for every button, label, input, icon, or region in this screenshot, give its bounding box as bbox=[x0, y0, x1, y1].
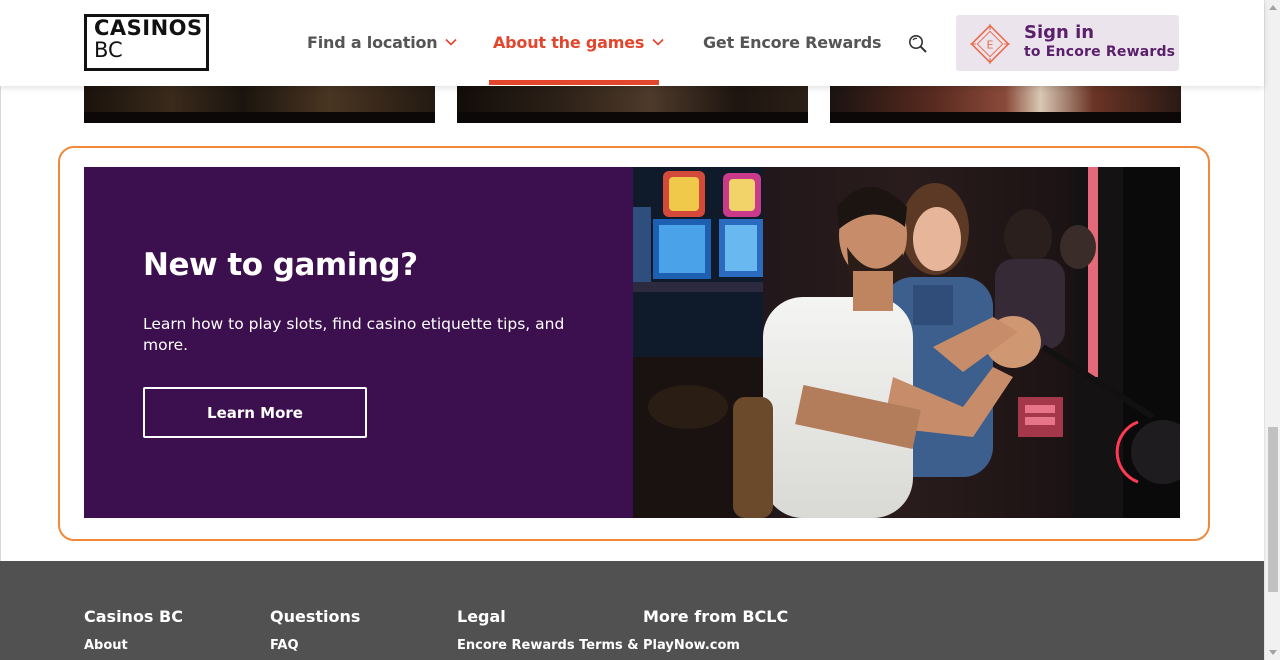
footer-column-casinos-bc: Casinos BC About bbox=[84, 607, 183, 653]
sign-in-subtitle: to Encore Rewards bbox=[1024, 44, 1176, 60]
active-nav-indicator bbox=[489, 80, 659, 85]
learn-more-button[interactable]: Learn More bbox=[143, 387, 367, 438]
page-scrollbar[interactable] bbox=[1264, 0, 1280, 660]
footer-link-encore-terms[interactable]: Encore Rewards Terms & bbox=[457, 638, 639, 653]
footer-link-faq[interactable]: FAQ bbox=[270, 638, 360, 653]
footer-column-legal: Legal Encore Rewards Terms & bbox=[457, 607, 639, 653]
nav-label: Find a location bbox=[307, 32, 438, 52]
new-to-gaming-panel: New to gaming? Learn how to play slots, … bbox=[84, 167, 633, 518]
footer-heading: Casinos BC bbox=[84, 607, 183, 626]
footer-link-about[interactable]: About bbox=[84, 638, 183, 653]
footer-heading: Legal bbox=[457, 607, 506, 626]
chevron-down-icon bbox=[652, 38, 664, 46]
footer-heading: Questions bbox=[270, 607, 361, 626]
footer-column-more-from-bclc: More from BCLC PlayNow.com bbox=[643, 607, 788, 653]
svg-text:E: E bbox=[987, 39, 994, 52]
scrollbar-thumb[interactable] bbox=[1268, 427, 1278, 592]
site-header: CASINOS BC Find a location About the gam… bbox=[0, 0, 1264, 86]
nav-label: Get Encore Rewards bbox=[703, 32, 882, 52]
nav-label: About the games bbox=[493, 32, 645, 52]
footer-column-questions: Questions FAQ bbox=[270, 607, 360, 653]
scroll-up-arrow-icon[interactable] bbox=[1269, 5, 1277, 10]
sign-in-encore-rewards-button[interactable]: E Sign in to Encore Rewards bbox=[956, 15, 1179, 71]
promo-photo bbox=[633, 167, 1180, 518]
footer-link-playnow[interactable]: PlayNow.com bbox=[643, 638, 788, 653]
promo-description: Learn how to play slots, find casino eti… bbox=[143, 315, 565, 354]
scroll-down-arrow-icon[interactable] bbox=[1269, 650, 1277, 655]
search-icon[interactable] bbox=[905, 31, 931, 57]
footer-heading: More from BCLC bbox=[643, 607, 789, 626]
sign-in-title: Sign in bbox=[1024, 22, 1095, 43]
nav-about-the-games[interactable]: About the games bbox=[493, 31, 664, 53]
promo-title: New to gaming? bbox=[143, 247, 418, 283]
nav-get-encore-rewards[interactable]: Get Encore Rewards bbox=[703, 31, 882, 53]
encore-rewards-badge-icon: E bbox=[970, 24, 1010, 64]
site-footer: Casinos BC About Questions FAQ Legal Enc… bbox=[0, 561, 1264, 660]
casinos-bc-logo[interactable]: CASINOS BC bbox=[84, 14, 209, 71]
nav-find-a-location[interactable]: Find a location bbox=[307, 31, 458, 53]
chevron-down-icon bbox=[445, 38, 458, 46]
